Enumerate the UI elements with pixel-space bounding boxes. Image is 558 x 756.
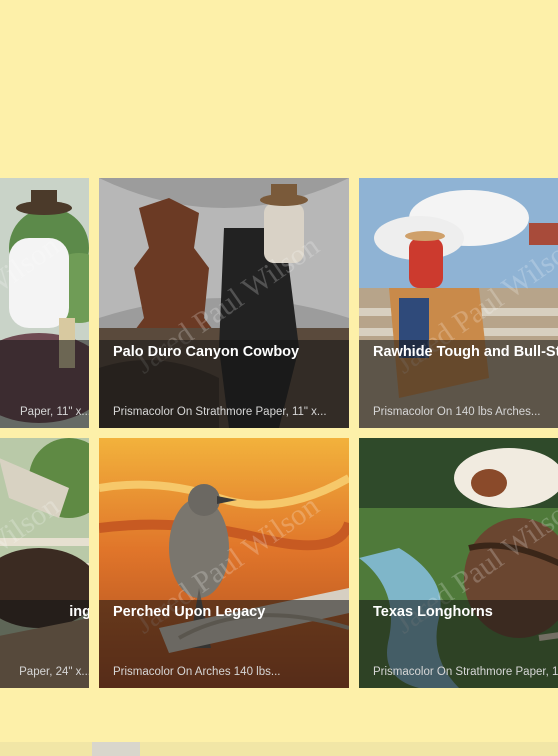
tile-description: Paper, 11" x... [20,406,89,418]
scrollbar-thumb[interactable] [92,742,140,756]
tile-title: Perched Upon Legacy [113,604,266,620]
artwork-tile-rodeo-rider[interactable]: Jared Paul Wilson Paper, 11" x... [0,178,89,428]
horizontal-scrollbar[interactable] [0,742,558,756]
tile-title: Rawhide Tough and Bull-Strong [373,344,558,360]
artwork-tile-palo-duro-canyon-cowboy[interactable]: Jared Paul Wilson Palo Duro Canyon Cowbo… [99,178,349,428]
tile-description: Prismacolor On Strathmore Paper, 11" x..… [373,666,558,678]
tile-title: ing [69,604,89,620]
tile-description: Prismacolor On Arches 140 lbs... [113,666,281,678]
artwork-tile-texas-longhorns[interactable]: Jared Paul Wilson Texas Longhorns Prisma… [359,438,558,688]
tile-description: Prismacolor On Strathmore Paper, 11" x..… [113,406,327,418]
artwork-tile-rawhide-tough[interactable]: Jared Paul Wilson Rawhide Tough and Bull… [359,178,558,428]
artwork-grid: Jared Paul Wilson Paper, 11" x... Jared … [0,0,558,756]
artwork-tile-bronc-riding[interactable]: Jared Paul Wilson ing Paper, 24" x... [0,438,89,688]
artwork-tile-perched-upon-legacy[interactable]: Jared Paul Wilson Perched Upon Legacy Pr… [99,438,349,688]
tile-description: Prismacolor On 140 lbs Arches... [373,406,541,418]
tile-title: Texas Longhorns [373,604,493,620]
tile-description: Paper, 24" x... [19,666,89,678]
tile-title: Palo Duro Canyon Cowboy [113,344,300,360]
